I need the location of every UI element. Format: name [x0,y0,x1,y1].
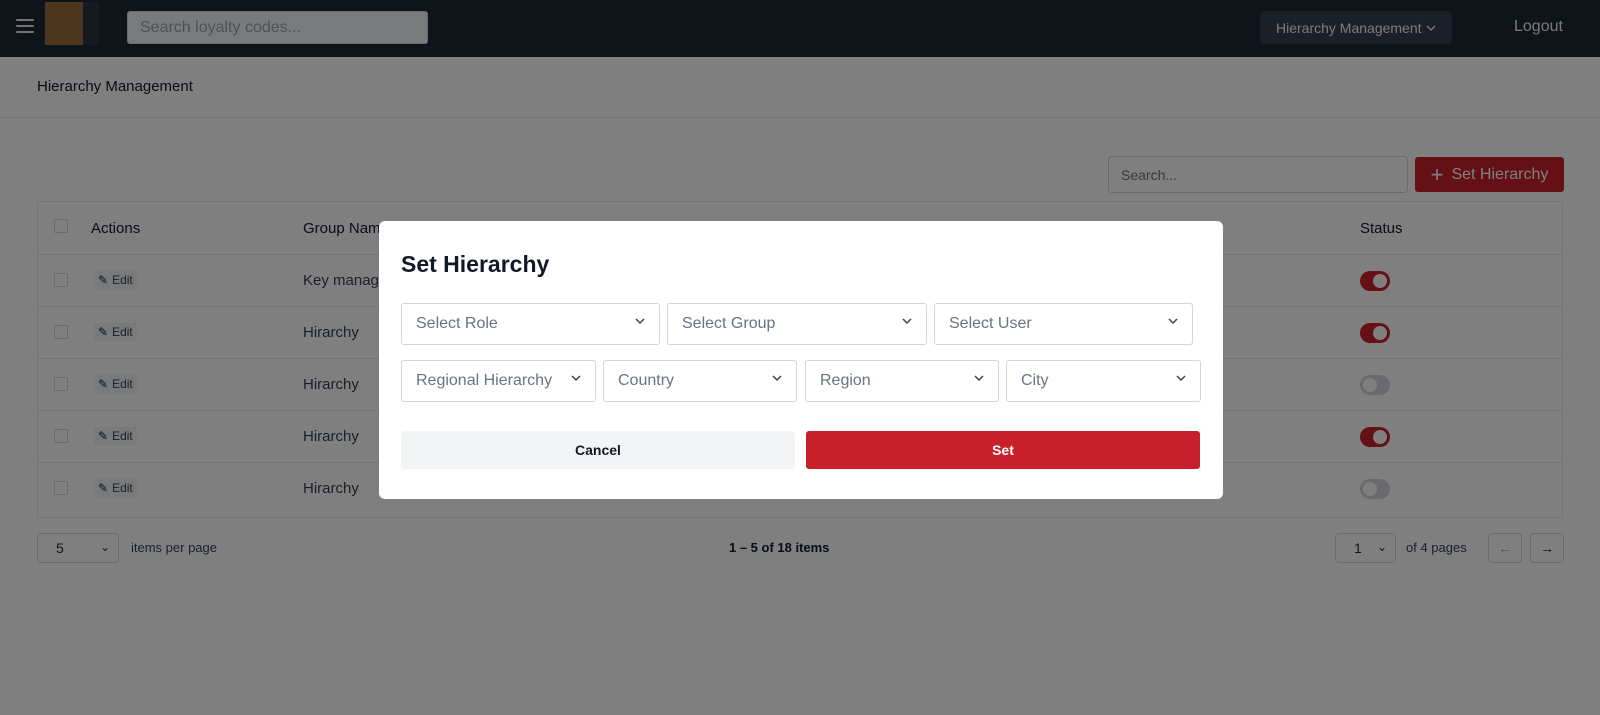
chevron-down-icon [635,318,645,325]
region-dropdown[interactable]: Region [805,360,999,402]
select-user-dropdown[interactable]: Select User [934,303,1193,345]
set-button[interactable]: Set [806,431,1200,469]
select-role-placeholder: Select Role [416,315,498,332]
select-role-dropdown[interactable]: Select Role [401,303,660,345]
select-user-placeholder: Select User [949,315,1032,332]
select-group-placeholder: Select Group [682,315,776,332]
chevron-down-icon [571,375,581,382]
region-placeholder: Region [820,372,871,389]
country-placeholder: Country [618,372,675,389]
select-group-dropdown[interactable]: Select Group [667,303,927,345]
country-dropdown[interactable]: Country [603,360,797,402]
city-placeholder: City [1021,372,1049,389]
regional-hierarchy-dropdown[interactable]: Regional Hierarchy [401,360,596,402]
regional-hierarchy-placeholder: Regional Hierarchy [416,372,553,389]
city-dropdown[interactable]: City [1006,360,1201,402]
chevron-down-icon [1168,318,1178,325]
cancel-button[interactable]: Cancel [401,431,795,469]
chevron-down-icon [1176,375,1186,382]
set-hierarchy-modal: Set Hierarchy Select Role Select Group S… [379,221,1223,499]
chevron-down-icon [974,375,984,382]
chevron-down-icon [902,318,912,325]
modal-title: Set Hierarchy [401,251,550,277]
chevron-down-icon [772,375,782,382]
